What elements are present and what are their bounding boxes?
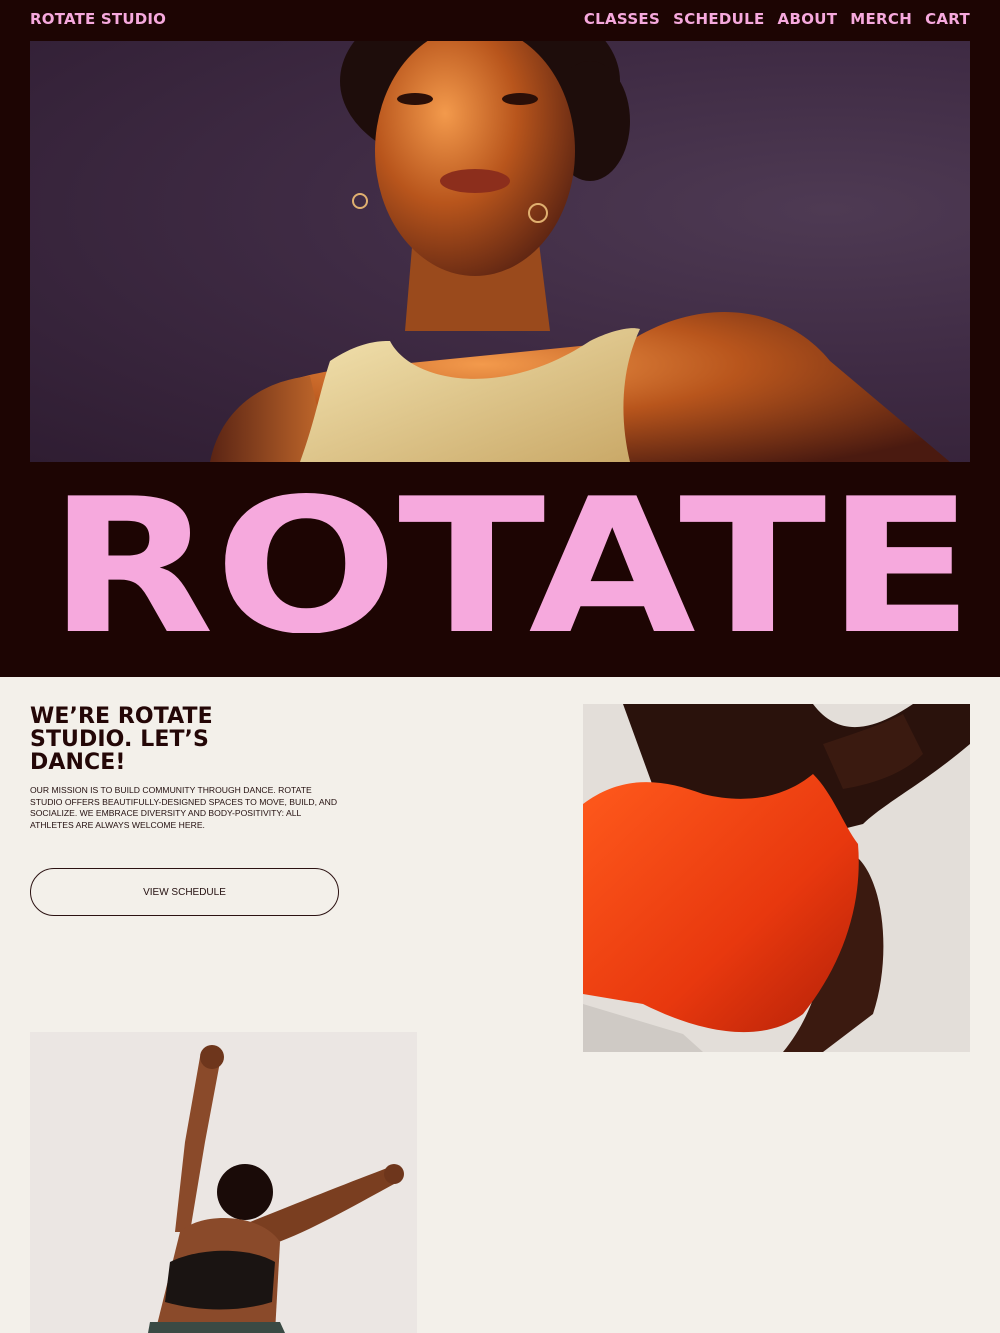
headline-line-1: WE’RE ROTATE [30, 704, 213, 729]
headline-line-3: DANCE! [30, 750, 126, 775]
about-headline: WE’RE ROTATE STUDIO. LET’S DANCE! [30, 705, 330, 774]
nav-merch[interactable]: MERCH [850, 10, 912, 28]
dancer-arms-raised-image [30, 1032, 417, 1333]
arms-raised-illustration [30, 1032, 417, 1333]
nav-cart[interactable]: CART [925, 10, 970, 28]
brand-logo[interactable]: ROTATE STUDIO [30, 10, 166, 28]
nav-classes[interactable]: CLASSES [584, 10, 660, 28]
about-section: WE’RE ROTATE STUDIO. LET’S DANCE! OUR MI… [0, 677, 1000, 1333]
nav-about[interactable]: ABOUT [778, 10, 838, 28]
dancer-orange-top-image [583, 704, 970, 1052]
mission-text: OUR MISSION IS TO BUILD COMMUNITY THROUG… [30, 785, 338, 830]
main-nav: CLASSES SCHEDULE ABOUT MERCH CART [584, 10, 970, 28]
hero-portrait-illustration [210, 41, 950, 462]
headline-line-2: STUDIO. LET’S [30, 727, 209, 752]
hero-section: ROTATE STUDIO CLASSES SCHEDULE ABOUT MER… [0, 0, 1000, 677]
wordmark-text: ROTATE [48, 488, 974, 633]
nav-schedule[interactable]: SCHEDULE [673, 10, 764, 28]
hero-image [30, 41, 970, 462]
view-schedule-button[interactable]: VIEW SCHEDULE [30, 868, 339, 916]
rotate-wordmark: ROTATE [48, 488, 974, 633]
orange-top-illustration [583, 704, 970, 1052]
